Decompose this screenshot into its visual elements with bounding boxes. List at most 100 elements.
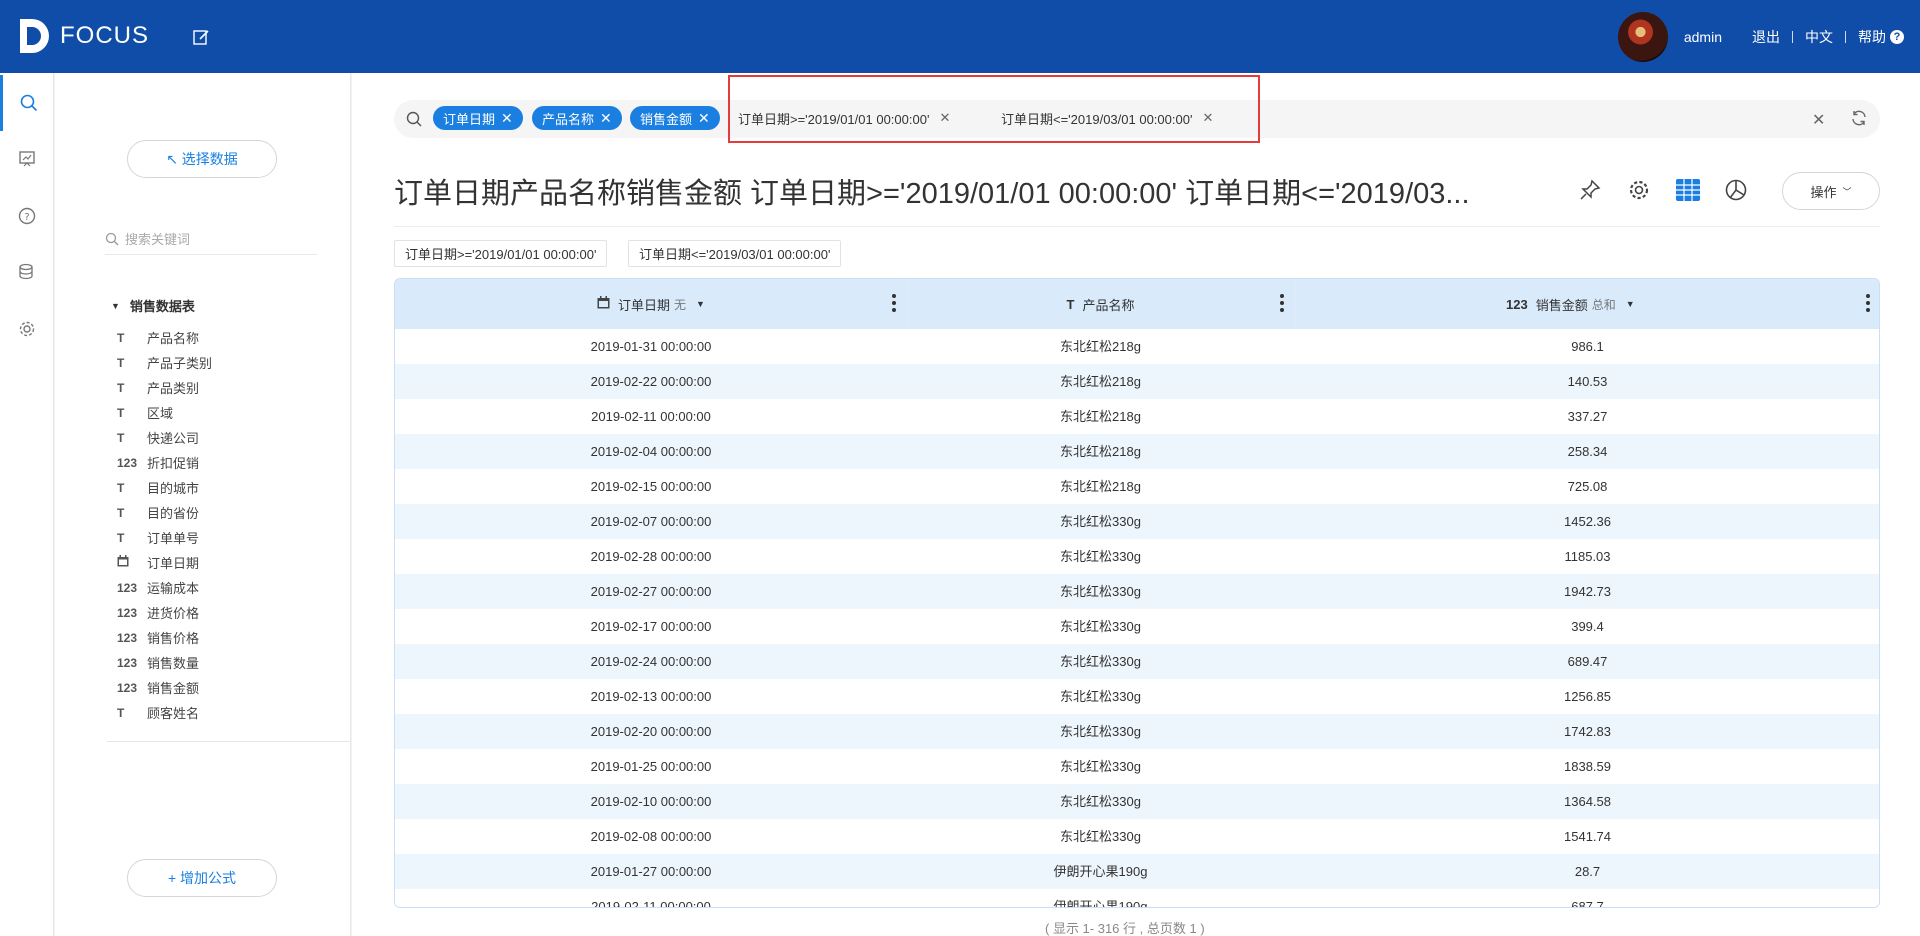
field-item[interactable]: 123 销售数量 <box>117 650 212 675</box>
table-row[interactable]: 2019-02-20 00:00:00 东北红松330g 1742.83 <box>395 714 1879 749</box>
filter-tag-start[interactable]: 订单日期>='2019/01/01 00:00:00' <box>394 240 608 267</box>
chip-label: 产品名称 <box>542 111 595 127</box>
language-switch[interactable]: 中文 <box>1805 27 1833 47</box>
table-row[interactable]: 2019-01-27 00:00:00 伊朗开心果190g 28.7 <box>395 854 1879 889</box>
field-item[interactable]: T 目的城市 <box>117 475 212 500</box>
field-item[interactable]: 123 进货价格 <box>117 600 212 625</box>
table-row[interactable]: 2019-01-25 00:00:00 东北红松330g 1838.59 <box>395 749 1879 784</box>
pie-chart-icon[interactable] <box>1722 176 1750 204</box>
operate-button[interactable]: 操作 ﹀ <box>1782 172 1880 210</box>
table-cell: 1838.59 <box>1564 759 1611 774</box>
question-icon: ? <box>18 207 36 225</box>
table-row[interactable]: 2019-02-24 00:00:00 东北红松330g 689.47 <box>395 644 1879 679</box>
field-item[interactable]: 123 运输成本 <box>117 575 212 600</box>
table-row[interactable]: 2019-02-13 00:00:00 东北红松330g 1256.85 <box>395 679 1879 714</box>
column-list: T 产品名称 T 产品子类别 T 产品类别 T 区域 T 快递公司 123 折扣促销 T 目的城市 T 目的省… <box>117 325 212 725</box>
operate-label: 操作 <box>1810 184 1837 200</box>
rail-dashboard[interactable] <box>0 131 54 187</box>
rail-data[interactable] <box>0 244 54 300</box>
table-row[interactable]: 2019-02-08 00:00:00 东北红松330g 1541.74 <box>395 819 1879 854</box>
table-cell: 东北红松330g <box>1060 794 1141 809</box>
table-cell: 东北红松330g <box>1060 829 1141 844</box>
field-item[interactable]: T 产品名称 <box>117 325 212 350</box>
close-icon[interactable]: ✕ <box>501 110 513 127</box>
table-cell: 伊朗开心果190g <box>1053 899 1148 908</box>
search-icon <box>406 111 422 127</box>
chip-sales-amount[interactable]: 销售金额 ✕ <box>630 106 720 130</box>
field-item[interactable]: T 订单单号 <box>117 525 212 550</box>
close-icon[interactable]: ✕ <box>600 110 612 127</box>
column-menu-icon[interactable] <box>1279 293 1285 313</box>
number-type-icon: 123 <box>1506 296 1528 312</box>
refresh-icon[interactable] <box>1850 109 1868 132</box>
table-cell: 689.47 <box>1567 654 1608 669</box>
field-search[interactable]: 搜索关键词 <box>105 223 317 255</box>
row-count: ( 显示 1- 316 行 , 总页数 1 ) <box>1045 921 1205 936</box>
search-placeholder: 搜索关键词 <box>125 232 191 247</box>
field-item[interactable]: T 顾客姓名 <box>117 700 212 725</box>
table-row[interactable]: 2019-02-22 00:00:00 东北红松218g 140.53 <box>395 364 1879 399</box>
table-cell: 2019-02-22 00:00:00 <box>590 374 712 389</box>
table-row[interactable]: 2019-02-04 00:00:00 东北红松218g 258.34 <box>395 434 1879 469</box>
field-item[interactable]: T 区域 <box>117 400 212 425</box>
table-row[interactable]: 2019-02-07 00:00:00 东北红松330g 1452.36 <box>395 504 1879 539</box>
field-item[interactable]: T 产品类别 <box>117 375 212 400</box>
field-item[interactable]: 123 折扣促销 <box>117 450 212 475</box>
table-row[interactable]: 2019-01-31 00:00:00 东北红松218g 986.1 <box>395 329 1879 364</box>
table-row[interactable]: 2019-02-28 00:00:00 东北红松330g 1185.03 <box>395 539 1879 574</box>
table-node[interactable]: ▼ 销售数据表 <box>111 296 195 315</box>
table-row[interactable]: 2019-02-11 00:00:00 伊朗开心果190g 687.7 <box>395 889 1879 908</box>
gear-icon[interactable] <box>1625 176 1653 204</box>
number-type-icon: 123 <box>117 655 138 670</box>
chip-product-name[interactable]: 产品名称 ✕ <box>532 106 622 130</box>
column-menu-icon[interactable] <box>1865 293 1871 313</box>
table-cell: 2019-02-24 00:00:00 <box>590 654 712 669</box>
rail-search[interactable] <box>0 75 54 131</box>
rail-help[interactable]: ? <box>0 188 54 244</box>
chip-order-date[interactable]: 订单日期 ✕ <box>433 106 523 130</box>
app-logo[interactable]: FOCUS <box>18 17 149 55</box>
column-header-product-name[interactable]: T 产品名称 <box>907 279 1294 329</box>
table-row[interactable]: 2019-02-15 00:00:00 东北红松218g 725.08 <box>395 469 1879 504</box>
filter-tag-end[interactable]: 订单日期<='2019/03/01 00:00:00' <box>628 240 842 267</box>
field-name: 销售价格 <box>147 631 200 646</box>
table-header: 订单日期 无 ▼ T 产品名称 123 销售金额 总和 ▼ <box>395 279 1879 329</box>
table-cell: 1185.03 <box>1564 549 1611 564</box>
logout-link[interactable]: 退出 <box>1752 27 1780 47</box>
help-link[interactable]: 帮助 <box>1858 27 1886 47</box>
caret-down-icon[interactable]: ▼ <box>1626 299 1635 309</box>
number-type-icon: 123 <box>117 580 138 595</box>
clear-icon[interactable]: ✕ <box>1812 110 1825 130</box>
table-cell: 1364.58 <box>1564 794 1611 809</box>
select-data-button[interactable]: ↖ 选择数据 <box>127 140 277 178</box>
table-cell: 东北红松330g <box>1060 619 1141 634</box>
avatar[interactable] <box>1617 11 1668 62</box>
column-header-sales-amount[interactable]: 123 销售金额 总和 ▼ <box>1294 279 1879 329</box>
help-icon[interactable]: ? <box>1890 29 1904 44</box>
field-item[interactable]: 123 销售价格 <box>117 625 212 650</box>
table-cell: 2019-02-15 00:00:00 <box>590 479 712 494</box>
table-row[interactable]: 2019-02-10 00:00:00 东北红松330g 1364.58 <box>395 784 1879 819</box>
left-rail: ? <box>0 73 54 936</box>
pin-icon[interactable] <box>1576 176 1604 204</box>
username[interactable]: admin <box>1684 29 1722 45</box>
caret-down-icon[interactable]: ▼ <box>696 299 705 309</box>
rail-settings[interactable] <box>0 301 54 357</box>
field-name: 进货价格 <box>147 606 200 621</box>
divider <box>1845 30 1846 43</box>
field-item[interactable]: T 产品子类别 <box>117 350 212 375</box>
field-item[interactable]: T 目的省份 <box>117 500 212 525</box>
field-item[interactable]: T 快递公司 <box>117 425 212 450</box>
column-menu-icon[interactable] <box>891 293 897 313</box>
table-row[interactable]: 2019-02-17 00:00:00 东北红松330g 399.4 <box>395 609 1879 644</box>
table-view-icon[interactable] <box>1674 176 1702 204</box>
field-item[interactable]: 123 销售金额 <box>117 675 212 700</box>
field-item[interactable]: 订单日期 <box>117 550 212 575</box>
column-header-order-date[interactable]: 订单日期 无 ▼ <box>395 279 907 329</box>
add-formula-button[interactable]: + 增加公式 <box>127 859 277 897</box>
edit-icon[interactable] <box>192 28 210 46</box>
table-body: 2019-01-31 00:00:00 东北红松218g 986.1 2019-02-… <box>395 329 1879 908</box>
table-row[interactable]: 2019-02-11 00:00:00 东北红松218g 337.27 <box>395 399 1879 434</box>
close-icon[interactable]: ✕ <box>698 110 710 127</box>
table-row[interactable]: 2019-02-27 00:00:00 东北红松330g 1942.73 <box>395 574 1879 609</box>
